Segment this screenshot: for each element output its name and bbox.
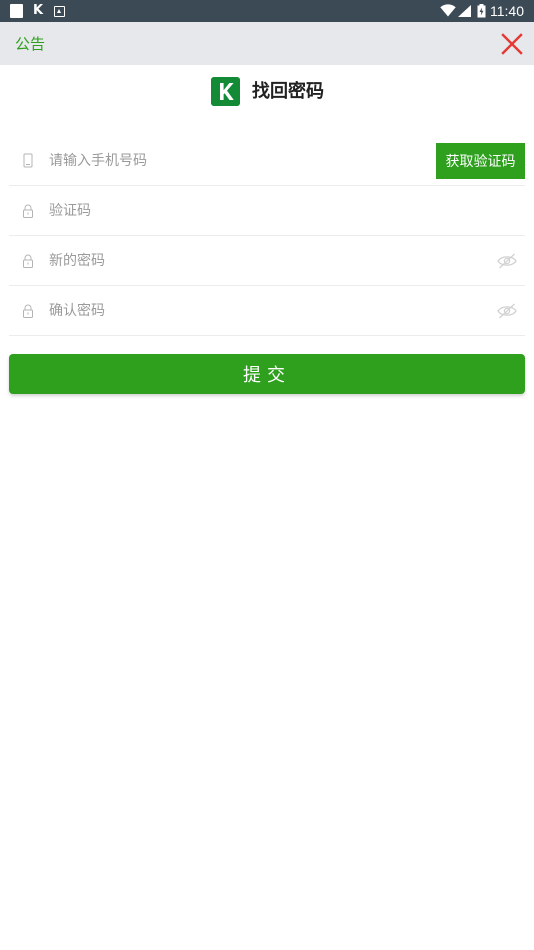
confirm-password-input[interactable] bbox=[49, 298, 409, 324]
close-icon[interactable] bbox=[500, 32, 524, 56]
battery-icon bbox=[477, 4, 486, 18]
code-row bbox=[9, 186, 525, 236]
lock-icon bbox=[23, 254, 33, 268]
notice-link[interactable]: 公告 bbox=[15, 34, 45, 54]
image-notification-icon bbox=[54, 6, 65, 17]
status-time: 11:40 bbox=[490, 3, 524, 19]
eye-hidden-icon[interactable] bbox=[497, 302, 517, 320]
lock-icon bbox=[23, 204, 33, 218]
square-notification-icon bbox=[10, 4, 23, 18]
status-bar: K 11:40 bbox=[0, 0, 534, 22]
get-code-button[interactable]: 获取验证码 bbox=[436, 143, 525, 179]
submit-button[interactable]: 提交 bbox=[9, 354, 525, 394]
k-app-icon: K bbox=[33, 3, 44, 18]
app-logo bbox=[211, 77, 240, 106]
confirm-password-row bbox=[9, 286, 525, 336]
new-password-row bbox=[9, 236, 525, 286]
wifi-icon bbox=[440, 4, 456, 17]
signal-icon bbox=[458, 5, 471, 17]
page-title: 找回密码 bbox=[252, 81, 324, 102]
lock-icon bbox=[23, 304, 33, 318]
code-input[interactable] bbox=[49, 198, 409, 224]
phone-row: 获取验证码 bbox=[9, 136, 525, 186]
eye-hidden-icon[interactable] bbox=[497, 252, 517, 270]
phone-icon bbox=[23, 153, 33, 168]
page-header: 找回密码 bbox=[0, 76, 534, 108]
phone-input[interactable] bbox=[49, 148, 409, 174]
new-password-input[interactable] bbox=[49, 248, 409, 274]
top-bar: 公告 bbox=[0, 22, 534, 65]
